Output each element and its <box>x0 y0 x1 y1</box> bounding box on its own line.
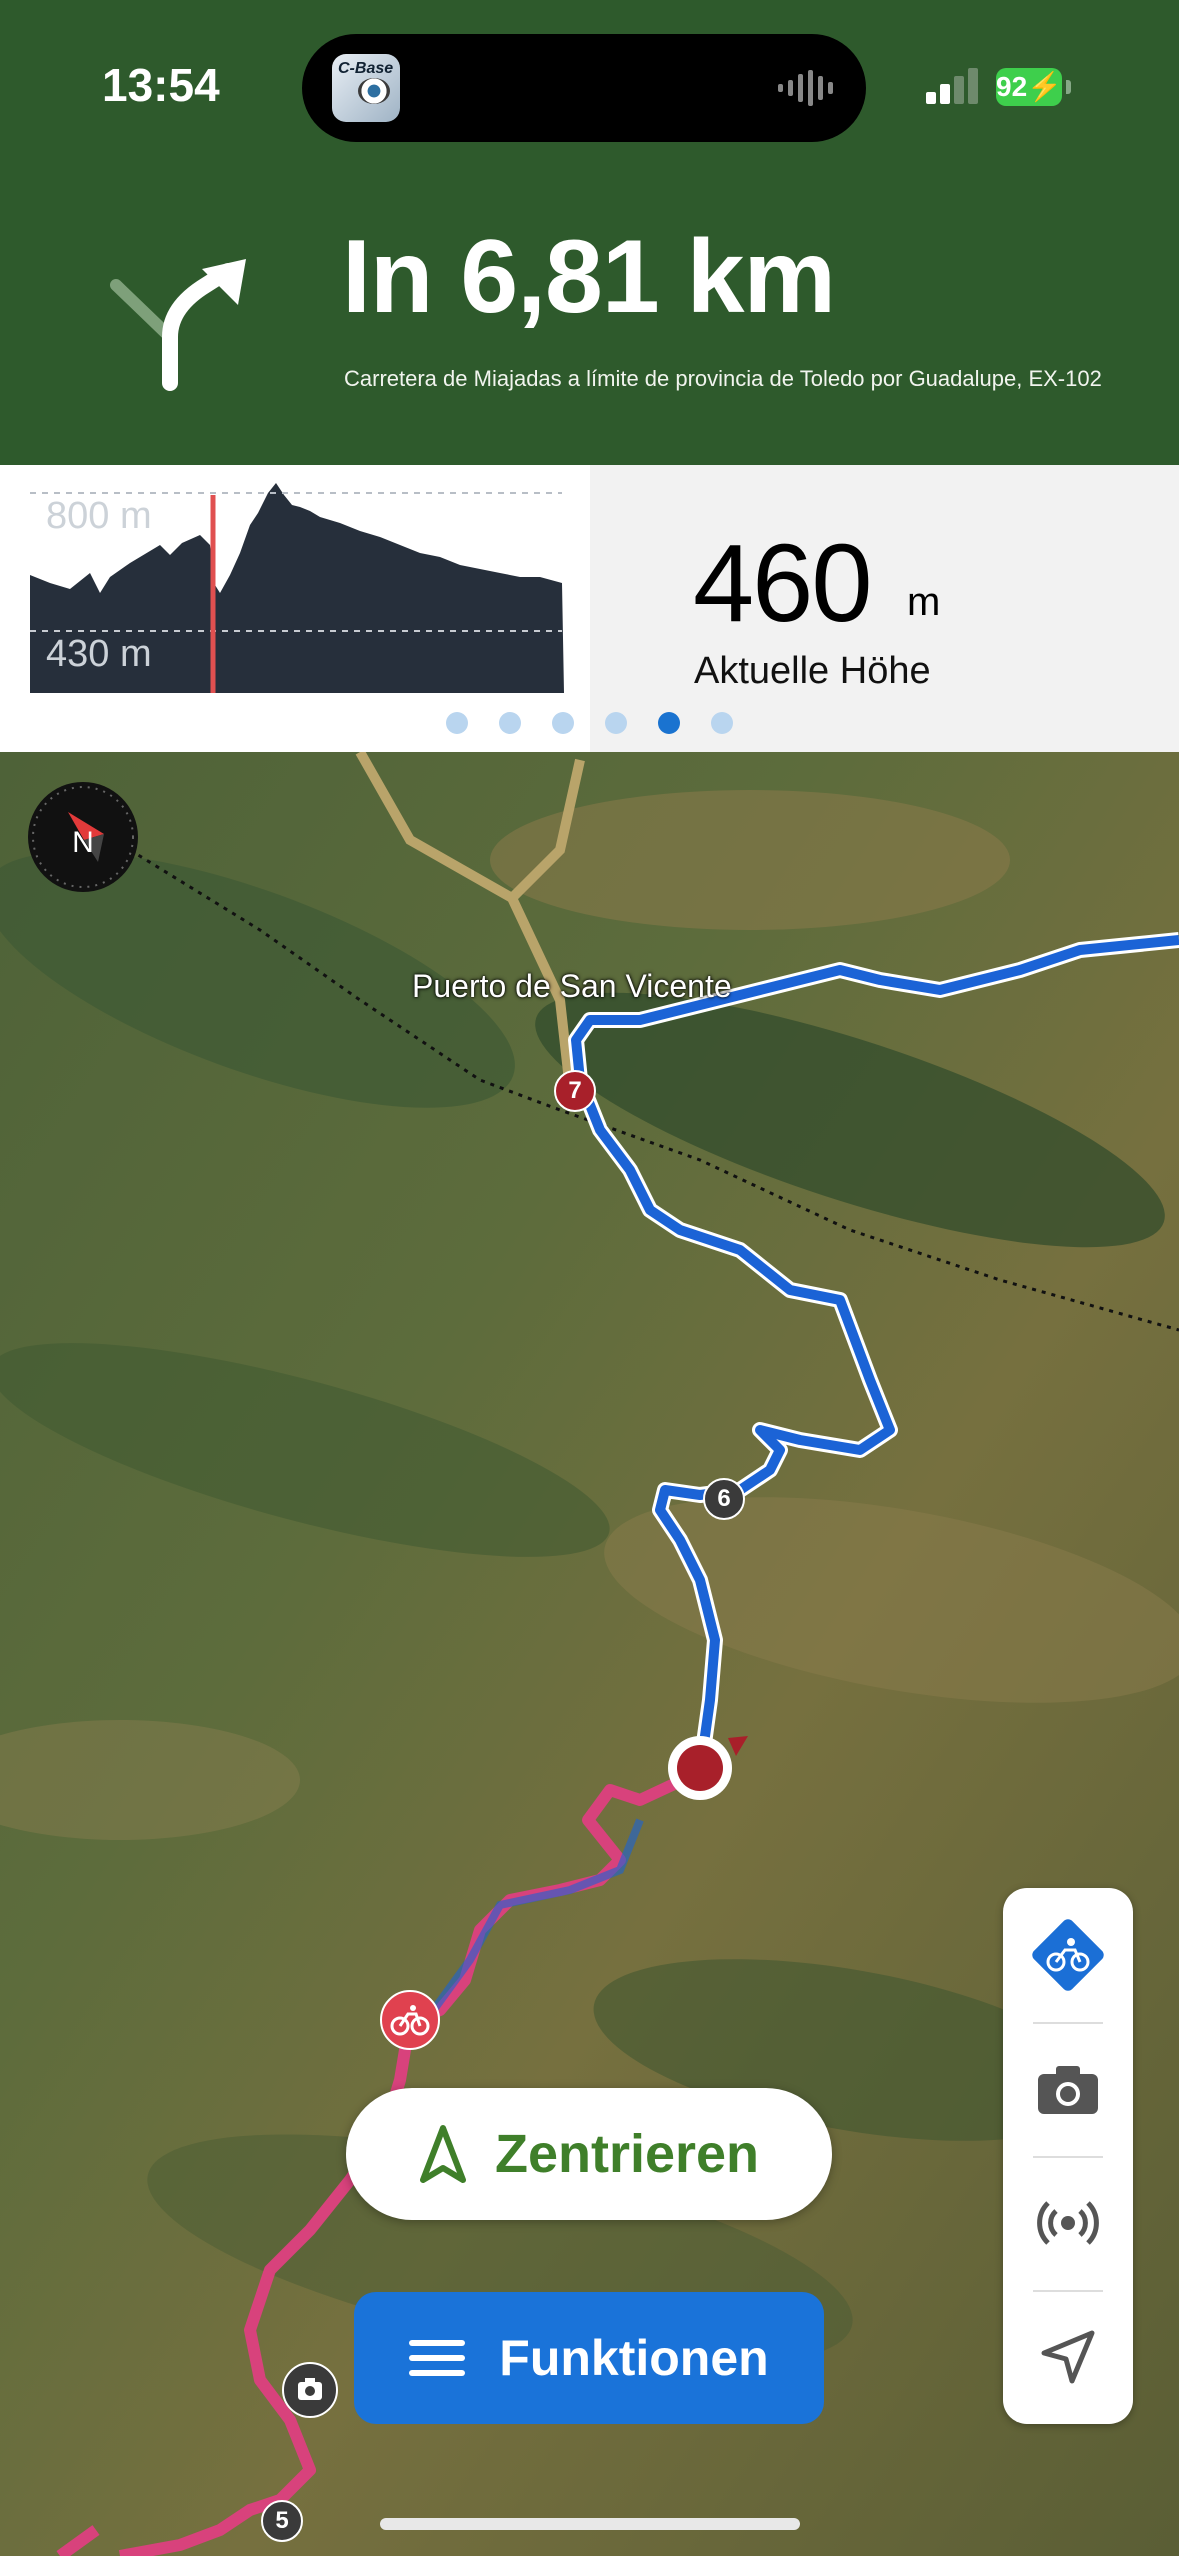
location-arrow-icon <box>1041 2330 1095 2384</box>
status-time: 13:54 <box>102 59 220 111</box>
battery-indicator: 92⚡ <box>996 68 1062 106</box>
page-indicator[interactable] <box>446 712 733 734</box>
page-dot[interactable] <box>499 712 521 734</box>
functions-button-label: Funktionen <box>499 2330 769 2386</box>
compass-icon[interactable]: N <box>28 782 138 892</box>
current-altitude-value: 460 <box>693 522 873 645</box>
camera-icon <box>1038 2066 1098 2114</box>
distance-to-turn: In 6,81 km <box>342 219 836 335</box>
center-button-label: Zentrieren <box>494 2124 760 2184</box>
dynamic-island[interactable]: C-Base <box>302 34 866 142</box>
live-tracking-button[interactable] <box>1003 2156 1133 2290</box>
road-name: Carretera de Miajadas a límite de provin… <box>344 366 1102 391</box>
altitude-unit: m <box>907 580 941 624</box>
waypoint-marker[interactable]: 5 <box>261 2500 303 2542</box>
waypoint-marker[interactable]: 6 <box>703 1478 745 1520</box>
battery-tip <box>1066 80 1071 94</box>
turn-right-arrow-icon <box>110 259 246 391</box>
elevation-profile[interactable]: 800 m 430 m <box>0 465 590 752</box>
camera-button[interactable] <box>1003 2022 1133 2156</box>
elevation-min-label: 430 m <box>46 633 152 675</box>
info-panel[interactable]: 800 m 430 m <box>0 465 1179 752</box>
audio-waveform-icon <box>778 70 833 106</box>
broadcast-icon <box>1037 2201 1099 2245</box>
navigation-arrow-icon <box>419 2125 466 2183</box>
bike-mode-button[interactable] <box>1003 1888 1133 2022</box>
photo-marker-icon[interactable] <box>282 2362 338 2418</box>
page-dot[interactable] <box>446 712 468 734</box>
app-thumbnail-icon: C-Base <box>332 54 400 122</box>
center-button[interactable]: Zentrieren <box>346 2088 832 2220</box>
bicycle-icon <box>1032 1919 1104 1991</box>
map-tools-sidebar <box>1003 1888 1133 2424</box>
waypoint-marker[interactable]: 7 <box>554 1070 596 1112</box>
page-dot[interactable] <box>711 712 733 734</box>
svg-text:N: N <box>72 826 94 859</box>
bicycle-marker-icon[interactable] <box>380 1990 440 2050</box>
cellular-signal-icon <box>926 68 978 104</box>
location-button[interactable] <box>1003 2290 1133 2424</box>
home-indicator[interactable] <box>380 2518 800 2530</box>
menu-icon <box>409 2340 466 2376</box>
altitude-card[interactable] <box>590 465 1179 752</box>
page-dot[interactable] <box>605 712 627 734</box>
functions-button[interactable]: Funktionen <box>354 2292 824 2424</box>
place-label: Puerto de San Vicente <box>412 968 732 1004</box>
altitude-label: Aktuelle Höhe <box>694 650 931 692</box>
page-dot-active[interactable] <box>658 712 680 734</box>
elevation-max-label: 800 m <box>46 495 152 537</box>
page-dot[interactable] <box>552 712 574 734</box>
navigation-header: 13:54 C-Base 92⚡ In 6,81 km Carretera de… <box>0 0 1179 465</box>
